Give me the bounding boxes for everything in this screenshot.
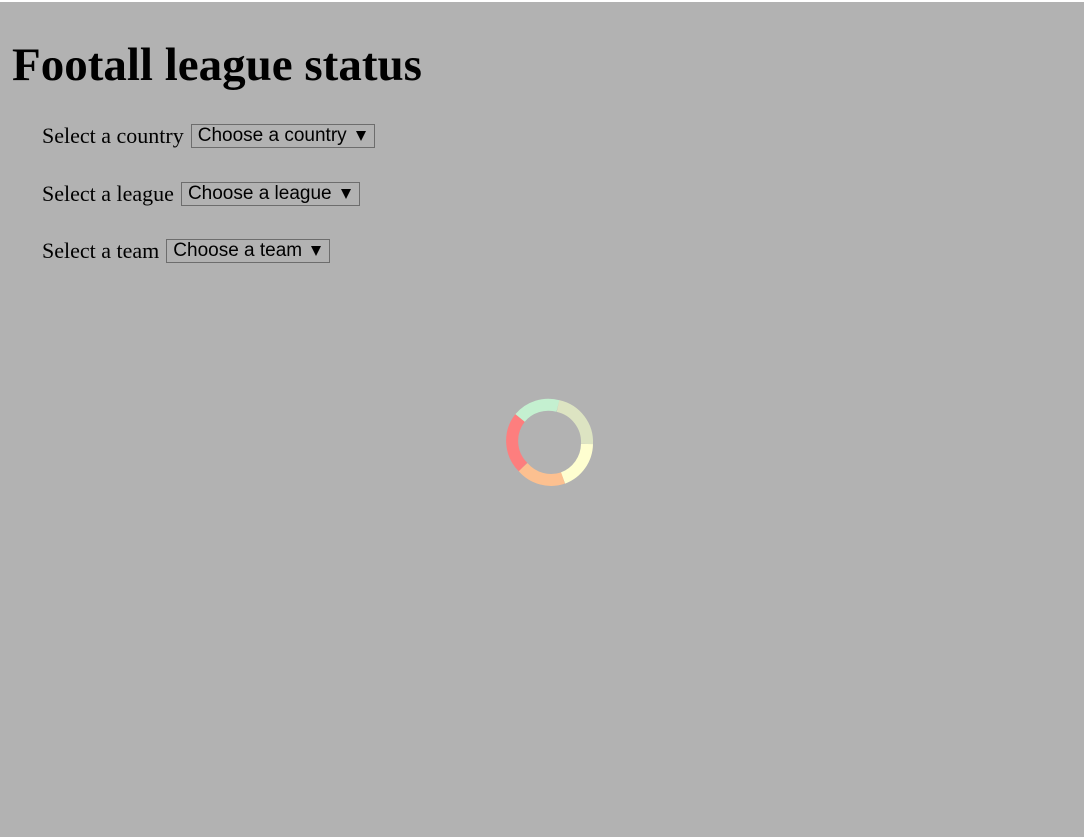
page-background: Footall league status Select a country C… xyxy=(0,2,1084,837)
spinner-segment xyxy=(506,414,528,472)
league-select-value: Choose a league xyxy=(187,183,332,204)
spinner-segment xyxy=(515,398,560,423)
dropdown-arrow-icon xyxy=(355,131,366,141)
league-select[interactable]: Choose a league xyxy=(180,182,360,206)
team-label: Select a team xyxy=(42,238,160,263)
team-select[interactable]: Choose a team xyxy=(166,239,331,263)
dropdown-arrow-icon xyxy=(340,189,351,199)
loading-spinner-icon xyxy=(506,398,594,486)
spinner-segment xyxy=(518,462,565,486)
team-select-value: Choose a team xyxy=(173,240,303,261)
country-label: Select a country xyxy=(42,123,184,148)
spinner-segment xyxy=(556,400,594,445)
country-field: Select a country Choose a country xyxy=(42,122,375,150)
dropdown-arrow-icon xyxy=(311,246,322,256)
page-title: Footall league status xyxy=(12,39,422,91)
country-select-value: Choose a country xyxy=(197,125,347,146)
league-field: Select a league Choose a league xyxy=(42,180,360,208)
country-select[interactable]: Choose a country xyxy=(190,124,375,148)
team-field: Select a team Choose a team xyxy=(42,237,331,265)
spinner-segment xyxy=(560,443,593,484)
league-label: Select a league xyxy=(42,181,174,206)
